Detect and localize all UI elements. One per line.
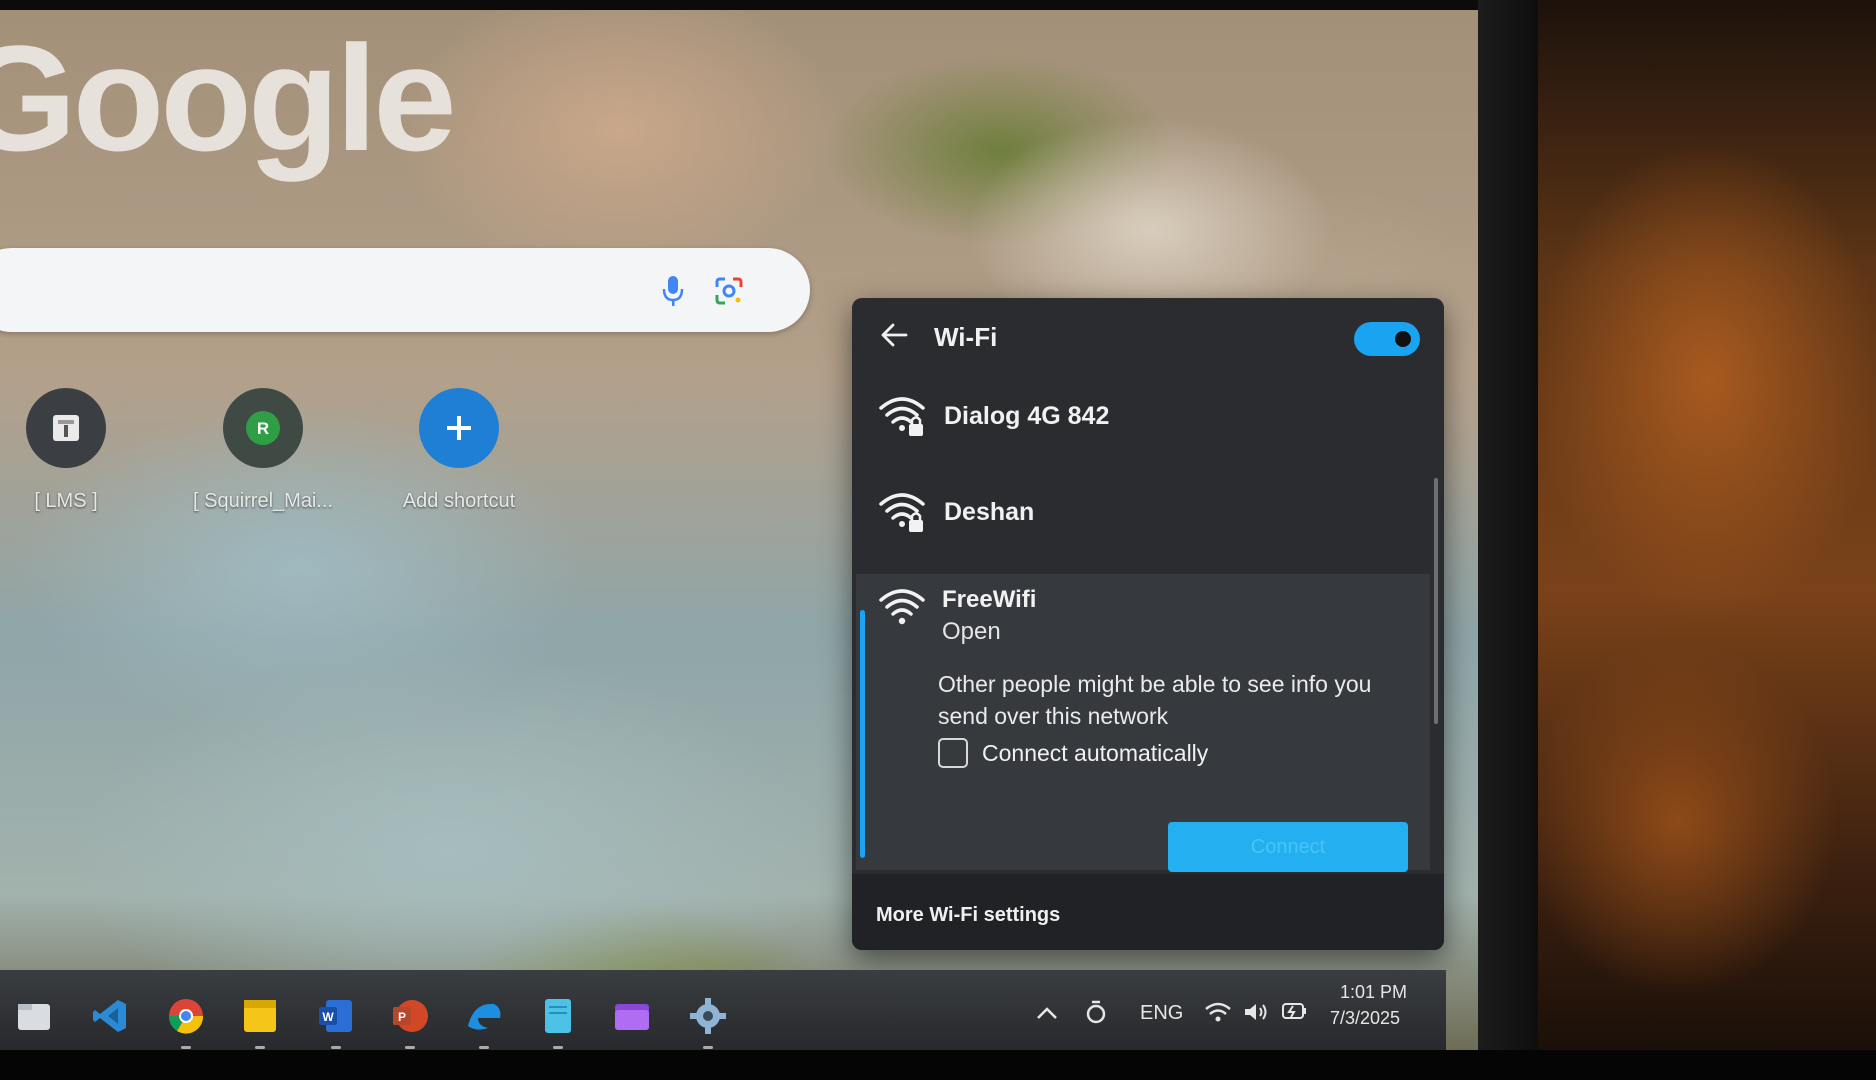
sync-icon[interactable] (1084, 998, 1108, 1026)
network-name: FreeWifi (942, 586, 1037, 613)
clock-date[interactable]: 7/3/2025 (1330, 1008, 1400, 1029)
network-name: Deshan (944, 498, 1035, 526)
battery-icon[interactable] (1280, 998, 1310, 1024)
network-status: Open (942, 618, 1001, 645)
wifi-toggle[interactable] (1354, 322, 1420, 356)
file-explorer-icon[interactable] (14, 996, 54, 1036)
settings-icon[interactable] (688, 996, 728, 1036)
shortcut-label: [ LMS ] (34, 490, 98, 512)
add-shortcut-button[interactable]: Add shortcut (389, 388, 529, 513)
notepad-icon[interactable] (538, 996, 578, 1036)
vscode-icon[interactable] (90, 996, 130, 1036)
room-background (1538, 0, 1876, 1080)
running-indicator (331, 1046, 341, 1049)
shortcut-label: [ Squirrel_Mai... (193, 490, 334, 512)
wifi-tray-icon[interactable] (1204, 1000, 1232, 1024)
connect-automatically-label[interactable]: Connect automatically (982, 740, 1208, 767)
running-indicator (703, 1046, 713, 1049)
files-icon[interactable] (612, 996, 652, 1036)
running-indicator (255, 1046, 265, 1049)
running-indicator (479, 1046, 489, 1049)
chevron-up-icon[interactable] (1036, 1006, 1058, 1020)
svg-text:R: R (257, 419, 269, 438)
wifi-open-icon (879, 589, 925, 625)
running-indicator (405, 1046, 415, 1049)
monitor-bezel (1478, 0, 1538, 1080)
desktop-screen: Google [ LMS ] R [ Squirrel_Mai... Add s… (0, 10, 1478, 1050)
svg-text:P: P (398, 1010, 406, 1024)
shortcut-lms[interactable]: [ LMS ] (0, 388, 136, 513)
powerpoint-icon[interactable]: P (390, 996, 430, 1036)
running-indicator (181, 1046, 191, 1049)
connect-button-label: Connect (1250, 836, 1326, 858)
volume-icon[interactable] (1242, 1000, 1270, 1024)
edge-icon[interactable] (464, 996, 504, 1036)
wifi-secured-icon (879, 493, 925, 532)
network-item-dialog[interactable]: Dialog 4G 842 (852, 370, 1430, 462)
flyout-title: Wi-Fi (934, 322, 998, 352)
clock-time[interactable]: 1:01 PM (1340, 982, 1407, 1003)
more-wifi-settings-link[interactable]: More Wi-Fi settings (876, 904, 1060, 927)
google-lens-icon[interactable] (714, 276, 744, 306)
plus-icon (419, 388, 499, 468)
toggle-knob (1395, 331, 1411, 347)
network-item-deshan[interactable]: Deshan (852, 466, 1430, 558)
sticky-notes-icon[interactable] (240, 996, 280, 1036)
connect-automatically-checkbox[interactable] (938, 738, 968, 768)
word-icon[interactable]: W (316, 996, 356, 1036)
lms-icon (26, 388, 106, 468)
flyout-header: Wi-Fi (852, 298, 1444, 370)
security-warning: Other people might be able to see info y… (938, 671, 1372, 729)
selection-indicator (860, 610, 865, 858)
language-indicator[interactable]: ENG (1140, 1002, 1183, 1025)
avatar: R (223, 388, 303, 468)
microphone-icon[interactable] (662, 274, 684, 308)
google-logo: Google (0, 14, 457, 182)
search-input[interactable] (0, 248, 810, 332)
taskbar: W P ENG 1:01 PM 7/3/2025 (0, 970, 1446, 1050)
network-name: Dialog 4G 842 (944, 402, 1110, 430)
connect-button[interactable]: Connect (1168, 822, 1408, 872)
monitor-bottom-edge (0, 1050, 1876, 1080)
flyout-footer: More Wi-Fi settings (852, 874, 1444, 950)
back-arrow-icon[interactable] (880, 322, 908, 348)
svg-text:W: W (322, 1010, 334, 1024)
chrome-icon[interactable] (166, 996, 206, 1036)
scrollbar[interactable] (1434, 478, 1438, 724)
running-indicator (553, 1046, 563, 1049)
wifi-flyout: Wi-Fi Dialog 4G 842 Deshan FreeWifi Open… (852, 298, 1444, 950)
wifi-secured-icon (879, 397, 925, 436)
shortcut-squirrel-mail[interactable]: R [ Squirrel_Mai... (193, 388, 333, 513)
shortcut-label: Add shortcut (402, 490, 516, 512)
